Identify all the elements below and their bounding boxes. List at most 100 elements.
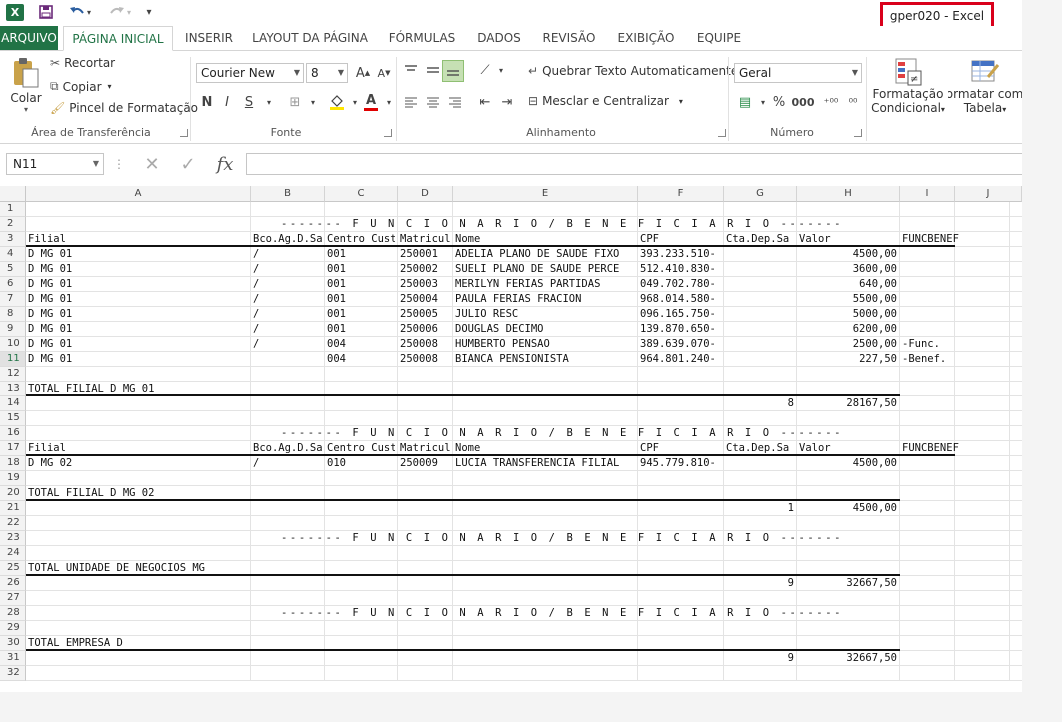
table-cell[interactable]: 001: [327, 277, 395, 292]
row-header-23[interactable]: 23: [0, 531, 26, 547]
paste-button[interactable]: Colar ▾: [8, 57, 44, 123]
customize-qat-icon[interactable]: ▾: [142, 3, 156, 21]
table-cell[interactable]: 968.014.580-: [640, 292, 721, 307]
row-header-19[interactable]: 19: [0, 471, 26, 487]
table-cell[interactable]: 964.801.240-: [640, 352, 721, 367]
table-cell[interactable]: 6200,00: [799, 322, 897, 337]
row-header-24[interactable]: 24: [0, 546, 26, 562]
font-launcher-icon[interactable]: [384, 129, 392, 137]
column-header-d[interactable]: D: [398, 186, 453, 202]
column-header-h[interactable]: H: [797, 186, 900, 202]
column-header-i[interactable]: I: [900, 186, 955, 202]
table-cell[interactable]: 5000,00: [799, 307, 897, 322]
total-count[interactable]: 9: [726, 576, 794, 591]
table-cell[interactable]: 004: [327, 352, 395, 367]
row-header-22[interactable]: 22: [0, 516, 26, 532]
table-cell[interactable]: D MG 01: [28, 307, 248, 322]
table-cell[interactable]: 004: [327, 337, 395, 352]
name-box[interactable]: N11 ▼: [6, 153, 104, 175]
table-cell[interactable]: MERILYN FERIAS PARTIDAS: [455, 277, 635, 292]
row-header-12[interactable]: 12: [0, 366, 26, 382]
align-center-icon[interactable]: [422, 91, 444, 113]
table-cell[interactable]: ADELIA PLANO DE SAUDE FIXO: [455, 247, 635, 262]
row-header-18[interactable]: 18: [0, 456, 26, 472]
decrease-indent-icon[interactable]: ⇤: [474, 91, 496, 113]
table-cell[interactable]: 010: [327, 456, 395, 471]
tab-team[interactable]: EQUIPE: [690, 26, 748, 50]
table-cell[interactable]: DOUGLAS DECIMO: [455, 322, 635, 337]
table-cell[interactable]: JULIO RESC: [455, 307, 635, 322]
table-cell[interactable]: 250002: [400, 262, 450, 277]
total-value[interactable]: 32667,50: [799, 651, 897, 666]
table-cell[interactable]: 4500,00: [799, 247, 897, 262]
table-cell[interactable]: 5500,00: [799, 292, 897, 307]
select-all-corner[interactable]: [0, 186, 26, 202]
tab-page-layout[interactable]: LAYOUT DA PÁGINA: [250, 26, 370, 50]
row-header-9[interactable]: 9: [0, 321, 26, 337]
thousands-button[interactable]: 000: [792, 91, 815, 113]
table-cell[interactable]: /: [253, 292, 322, 307]
table-cell[interactable]: 250009: [400, 456, 450, 471]
row-header-15[interactable]: 15: [0, 411, 26, 427]
number-launcher-icon[interactable]: [854, 129, 862, 137]
format-painter-button[interactable]: 🖌 Pincel de Formatação: [50, 101, 198, 115]
row-header-6[interactable]: 6: [0, 276, 26, 292]
table-cell[interactable]: 250008: [400, 337, 450, 352]
table-cell[interactable]: -Benef.: [902, 352, 1019, 367]
row-header-25[interactable]: 25: [0, 561, 26, 576]
table-cell[interactable]: 139.870.650-: [640, 322, 721, 337]
row-header-4[interactable]: 4: [0, 246, 26, 262]
row-header-29[interactable]: 29: [0, 620, 26, 636]
row-header-1[interactable]: 1: [0, 202, 26, 217]
table-cell[interactable]: /: [253, 337, 322, 352]
table-cell[interactable]: 250006: [400, 322, 450, 337]
excel-app-icon[interactable]: X: [6, 4, 24, 21]
row-header-32[interactable]: 32: [0, 665, 26, 681]
tab-home[interactable]: PÁGINA INICIAL: [63, 26, 173, 51]
increase-indent-icon[interactable]: ⇥: [496, 91, 518, 113]
column-header-a[interactable]: A: [26, 186, 251, 202]
row-header-10[interactable]: 10: [0, 336, 26, 352]
table-cell[interactable]: SUELI PLANO DE SAUDE PERCE: [455, 262, 635, 277]
underline-button[interactable]: S: [238, 91, 260, 113]
row-header-17[interactable]: 17: [0, 441, 26, 457]
wrap-text-button[interactable]: ↵ Quebrar Texto Automaticamente: [528, 64, 738, 78]
total-value[interactable]: 4500,00: [799, 501, 897, 516]
table-cell[interactable]: 3600,00: [799, 262, 897, 277]
table-cell[interactable]: /: [253, 322, 322, 337]
table-cell[interactable]: /: [253, 277, 322, 292]
copy-button[interactable]: ⧉ Copiar ▾: [50, 79, 112, 94]
table-cell[interactable]: 393.233.510-: [640, 247, 721, 262]
row-header-26[interactable]: 26: [0, 576, 26, 591]
save-icon[interactable]: [36, 3, 56, 21]
row-header-30[interactable]: 30: [0, 635, 26, 651]
row-header-5[interactable]: 5: [0, 261, 26, 277]
percent-button[interactable]: %: [768, 91, 790, 113]
grow-font-button[interactable]: A ▲: [352, 62, 374, 84]
alignment-launcher-icon[interactable]: [718, 129, 726, 137]
spreadsheet-grid[interactable]: A B C D E F G H I J 1 2 3 4 5 6 7 8 9 10 11 12 13 14 15 16 17 18 19 2…: [0, 186, 1022, 692]
total-count[interactable]: 1: [726, 501, 794, 516]
number-format-select[interactable]: Geral ▼: [734, 63, 862, 83]
borders-dropdown[interactable]: ▾: [302, 91, 324, 113]
column-header-c[interactable]: C: [325, 186, 398, 202]
table-cell[interactable]: /: [253, 247, 322, 262]
merge-center-button[interactable]: ⊟ Mesclar e Centralizar ▾: [528, 94, 683, 108]
table-cell[interactable]: 2500,00: [799, 337, 897, 352]
clipboard-launcher-icon[interactable]: [180, 129, 188, 137]
more-options-icon[interactable]: ⋮: [113, 153, 125, 175]
table-cell[interactable]: 250005: [400, 307, 450, 322]
tab-view[interactable]: EXIBIÇÃO: [612, 26, 680, 50]
align-right-icon[interactable]: [444, 91, 466, 113]
table-cell[interactable]: 001: [327, 322, 395, 337]
table-cell[interactable]: LUCIA TRANSFERENCIA FILIAL: [455, 456, 635, 471]
table-cell[interactable]: 945.779.810-: [640, 456, 721, 471]
cancel-icon[interactable]: ✕: [138, 153, 166, 175]
table-cell[interactable]: BIANCA PENSIONISTA: [455, 352, 635, 367]
table-cell[interactable]: D MG 01: [28, 352, 248, 367]
total-count[interactable]: 9: [726, 651, 794, 666]
table-cell[interactable]: D MG 01: [28, 262, 248, 277]
table-cell[interactable]: D MG 01: [28, 322, 248, 337]
table-cell[interactable]: D MG 02: [28, 456, 248, 471]
table-cell[interactable]: 389.639.070-: [640, 337, 721, 352]
